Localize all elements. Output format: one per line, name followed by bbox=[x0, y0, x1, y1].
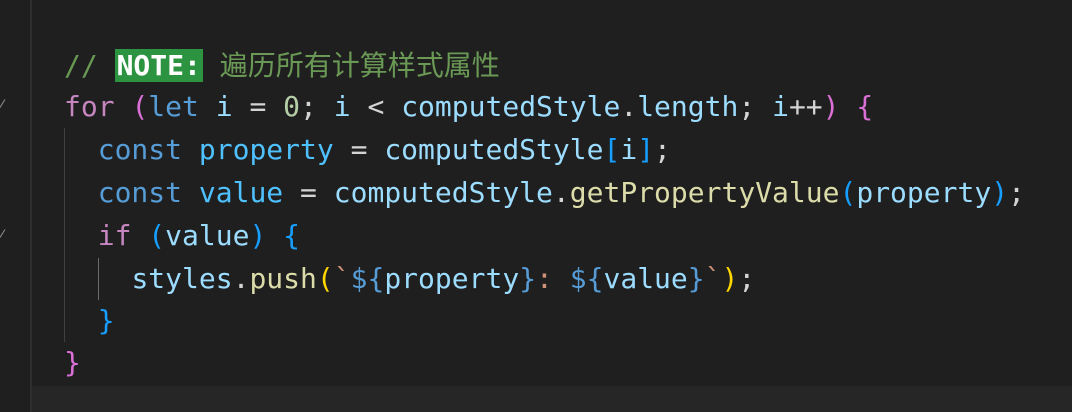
code-token: ) bbox=[822, 90, 840, 123]
code-token: value bbox=[165, 219, 250, 252]
code-token: { bbox=[283, 219, 301, 252]
code-token: ; bbox=[738, 90, 773, 123]
code-token: for bbox=[64, 90, 115, 123]
note-tag: NOTE: bbox=[114, 49, 203, 82]
editor-bottom-area bbox=[32, 386, 1072, 412]
code-token: = bbox=[283, 176, 334, 209]
code-token: ${ bbox=[350, 262, 385, 295]
code-token: ++ bbox=[788, 90, 823, 123]
code-token: 遍历所有计算样式属性 bbox=[219, 49, 500, 82]
code-token: if bbox=[97, 219, 132, 252]
code-token: const bbox=[97, 176, 183, 209]
code-line[interactable]: } bbox=[64, 342, 81, 384]
code-token: push bbox=[249, 262, 317, 295]
code-token: ` bbox=[333, 262, 351, 295]
code-token: computedStyle bbox=[333, 176, 553, 209]
code-token: = bbox=[232, 90, 284, 123]
code-token: ] bbox=[637, 133, 655, 166]
code-token: ; bbox=[738, 262, 756, 295]
code-token: property bbox=[198, 133, 334, 166]
code-token: value bbox=[198, 176, 284, 209]
code-editor[interactable]: ⁄ ⁄ // NOTE: 遍历所有计算样式属性 for (let i = 0; i… bbox=[0, 0, 1072, 412]
code-token: ; bbox=[654, 133, 671, 166]
fold-chevron-icon[interactable]: ⁄ bbox=[0, 228, 14, 244]
code-line[interactable]: const value = computedStyle.getPropertyV… bbox=[64, 172, 1025, 214]
code-token: i bbox=[333, 90, 351, 123]
code-token: ( bbox=[316, 262, 334, 295]
code-token: { bbox=[856, 90, 874, 123]
code-token: } bbox=[97, 304, 115, 337]
code-token: : bbox=[536, 262, 570, 295]
code-token: } bbox=[64, 346, 81, 379]
code-token: 0 bbox=[283, 90, 301, 123]
code-token: = bbox=[333, 133, 385, 166]
code-line[interactable]: const property = computedStyle[i]; bbox=[64, 129, 671, 171]
code-token: const bbox=[97, 133, 183, 166]
code-token: computedStyle bbox=[401, 90, 621, 123]
code-token: value bbox=[603, 262, 688, 295]
code-token: i bbox=[772, 90, 789, 123]
code-line[interactable]: // NOTE: 遍历所有计算样式属性 bbox=[64, 45, 500, 87]
gutter-divider bbox=[30, 0, 32, 412]
code-token: styles bbox=[131, 262, 233, 295]
code-token: // bbox=[64, 49, 115, 82]
code-token: } bbox=[519, 262, 537, 295]
code-token: length bbox=[637, 90, 739, 123]
code-token: . bbox=[552, 176, 570, 209]
code-line[interactable]: } bbox=[64, 300, 115, 342]
code-token: ( bbox=[839, 176, 857, 209]
code-token: ${ bbox=[569, 262, 604, 295]
code-token: . bbox=[232, 262, 250, 295]
code-token: < bbox=[350, 90, 402, 123]
code-token: ( bbox=[148, 219, 166, 252]
code-line[interactable]: styles.push(`${property}: ${value}`); bbox=[64, 258, 755, 300]
code-token: ) bbox=[249, 219, 267, 252]
code-token: property bbox=[384, 262, 520, 295]
code-token: ( bbox=[131, 90, 149, 123]
code-token: [ bbox=[603, 133, 621, 166]
code-line[interactable]: for (let i = 0; i < computedStyle.length… bbox=[64, 86, 873, 128]
code-token: . bbox=[620, 90, 638, 123]
code-token: ) bbox=[721, 262, 739, 295]
fold-chevron-icon[interactable]: ⁄ bbox=[0, 98, 14, 114]
code-token: ; bbox=[300, 90, 334, 123]
code-token: let bbox=[148, 90, 199, 123]
code-token: } bbox=[687, 262, 705, 295]
code-token: property bbox=[856, 176, 992, 209]
code-token: ` bbox=[704, 262, 722, 295]
code-line[interactable]: if (value) { bbox=[64, 215, 300, 257]
code-token: getPropertyValue bbox=[569, 176, 840, 209]
code-token: ; bbox=[1008, 176, 1025, 209]
code-token: i bbox=[620, 133, 638, 166]
code-token: ) bbox=[991, 176, 1009, 209]
code-token: computedStyle bbox=[384, 133, 604, 166]
code-token: i bbox=[215, 90, 233, 123]
